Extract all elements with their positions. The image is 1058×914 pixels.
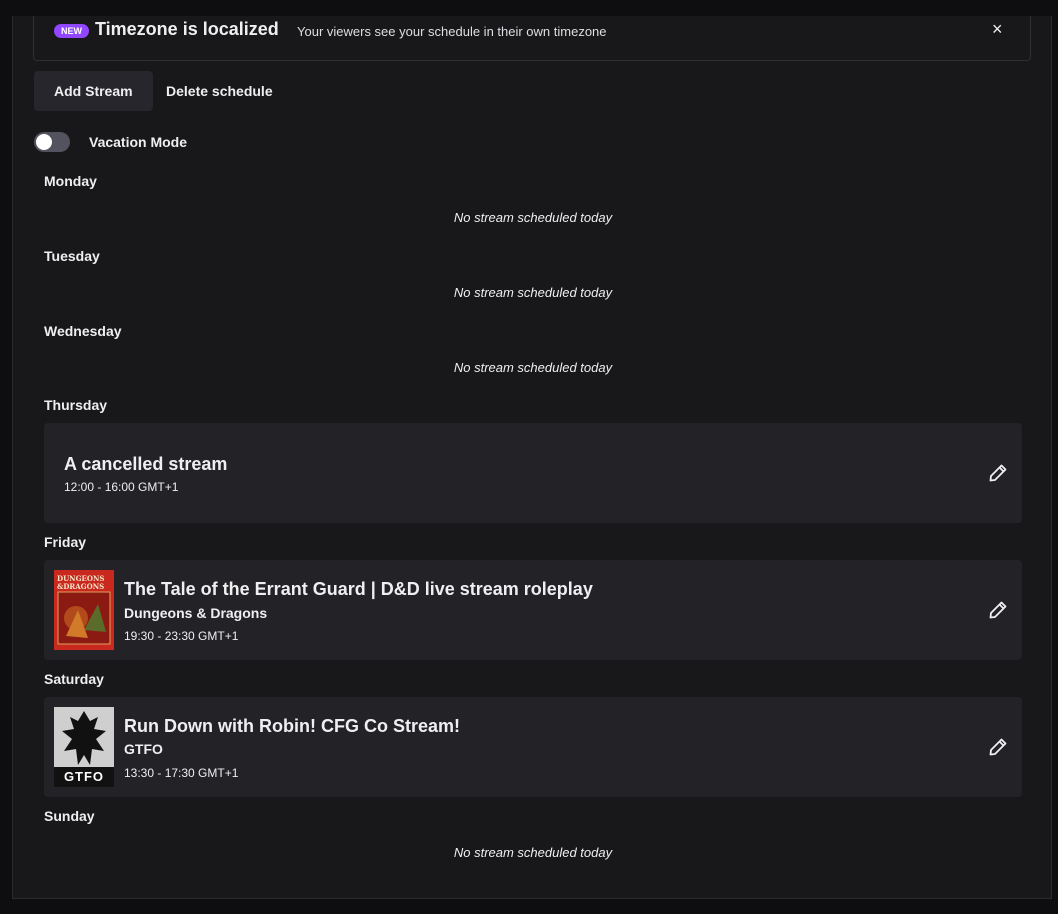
thumb-text: GTFO (63, 769, 105, 784)
dnd-game-thumbnail: DUNGEONS &DRAGONS (54, 570, 114, 650)
gtfo-game-thumbnail: GTFO (54, 707, 114, 787)
stream-title: A cancelled stream (64, 454, 228, 474)
edit-pencil-icon[interactable] (988, 600, 1008, 620)
thumb-text: &DRAGONS (57, 582, 105, 591)
timezone-banner: NEW Timezone is localized Your viewers s… (33, 16, 1031, 61)
day-heading-wednesday: Wednesday (44, 323, 122, 339)
day-heading-monday: Monday (44, 173, 97, 189)
stream-game[interactable]: GTFO (124, 741, 163, 757)
add-stream-button[interactable]: Add Stream (34, 71, 153, 111)
edit-pencil-icon[interactable] (988, 463, 1008, 483)
day-heading-sunday: Sunday (44, 808, 95, 824)
edit-pencil-icon[interactable] (988, 737, 1008, 757)
toggle-knob (36, 134, 52, 150)
empty-day-text: No stream scheduled today (453, 360, 613, 375)
day-heading-thursday: Thursday (44, 397, 108, 413)
empty-day-text: No stream scheduled today (453, 845, 613, 860)
stream-time: 12:00 - 16:00 GMT+1 (64, 480, 179, 494)
banner-subtitle: Your viewers see your schedule in their … (297, 24, 607, 39)
empty-day-text: No stream scheduled today (453, 210, 613, 225)
stream-card-saturday[interactable]: GTFO Run Down with Robin! CFG Co Stream!… (44, 697, 1022, 797)
schedule-panel: NEW Timezone is localized Your viewers s… (12, 16, 1052, 899)
stream-title: The Tale of the Errant Guard | D&D live … (124, 579, 593, 599)
delete-schedule-button[interactable]: Delete schedule (146, 71, 293, 111)
stream-time: 13:30 - 17:30 GMT+1 (124, 766, 239, 780)
stream-time: 19:30 - 23:30 GMT+1 (124, 629, 239, 643)
banner-title: Timezone is localized (95, 19, 279, 39)
stream-card-thursday[interactable]: A cancelled stream 12:00 - 16:00 GMT+1 (44, 423, 1022, 523)
new-badge: NEW (54, 24, 89, 38)
close-icon[interactable]: × (992, 19, 1003, 40)
day-heading-friday: Friday (44, 534, 87, 550)
vacation-mode-toggle[interactable] (34, 132, 70, 152)
stream-card-friday[interactable]: DUNGEONS &DRAGONS The Tale of the Errant… (44, 560, 1022, 660)
empty-day-text: No stream scheduled today (453, 285, 613, 300)
vacation-mode-label: Vacation Mode (89, 134, 188, 150)
stream-game[interactable]: Dungeons & Dragons (124, 605, 267, 621)
day-heading-tuesday: Tuesday (44, 248, 100, 264)
stream-title: Run Down with Robin! CFG Co Stream! (124, 716, 460, 736)
day-heading-saturday: Saturday (44, 671, 104, 687)
